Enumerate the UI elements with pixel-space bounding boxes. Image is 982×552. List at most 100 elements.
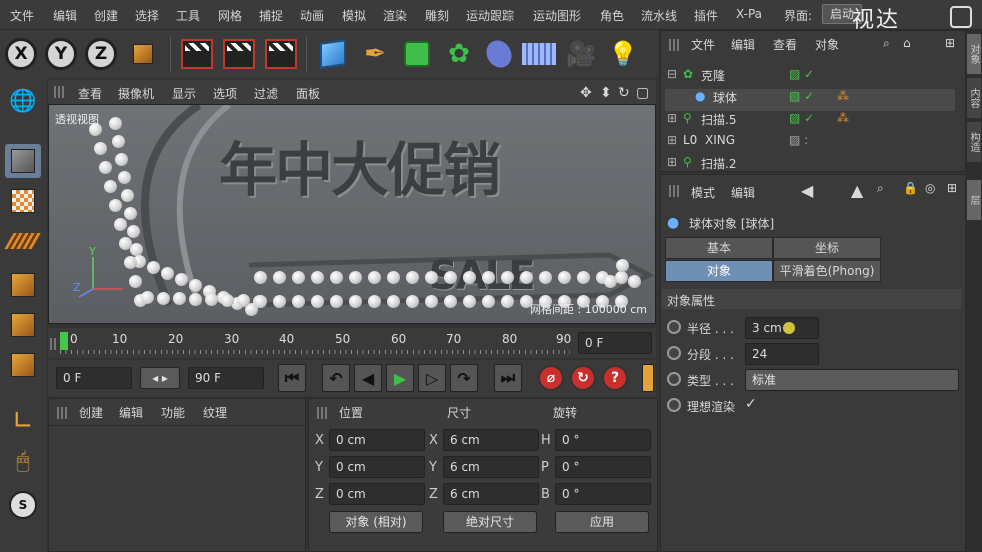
add-cube-button[interactable] <box>314 34 352 74</box>
object-row-sweep5[interactable]: ⊞ ⚲ 扫描.5 ▨ ✓ ⁂ <box>665 111 955 133</box>
pos-x-field[interactable]: 0 cm <box>329 429 425 451</box>
previous-frame-button[interactable]: ◀ <box>354 364 382 392</box>
start-frame-field[interactable]: 0 F <box>56 367 132 389</box>
pen-tool-button[interactable]: ✒ <box>356 34 394 74</box>
pos-z-field[interactable]: 0 cm <box>329 483 425 505</box>
tweak-mode-button[interactable]: 🖱 <box>5 444 41 478</box>
size-mode-dropdown[interactable]: 绝对尺寸 <box>443 511 537 533</box>
keyframe-selection-button[interactable]: ? <box>602 365 628 391</box>
attr-edit-menu[interactable]: 编辑 <box>731 184 755 201</box>
auto-key-button[interactable]: ↻ <box>570 365 596 391</box>
viewport-view-menu[interactable]: 查看 <box>78 85 102 102</box>
viewport-options-menu[interactable]: 选项 <box>213 85 237 102</box>
tab-objects[interactable]: 对象 <box>967 34 981 74</box>
menu-snap[interactable]: 捕捉 <box>259 7 283 24</box>
lock-y-button[interactable]: Y <box>42 34 80 74</box>
coordinate-system-button[interactable] <box>124 34 162 74</box>
animate-radio-icon[interactable] <box>667 320 681 334</box>
tag-icon[interactable]: ⁂ <box>837 111 849 125</box>
lock-x-button[interactable]: X <box>2 34 40 74</box>
segments-field[interactable]: 24 <box>745 343 819 365</box>
rot-b-field[interactable]: 0 ° <box>555 483 651 505</box>
up-arrow-icon[interactable]: ▲ <box>851 181 863 200</box>
points-mode-button[interactable] <box>5 268 41 302</box>
menu-select[interactable]: 选择 <box>135 7 159 24</box>
menu-animate[interactable]: 动画 <box>300 7 324 24</box>
object-row-xing[interactable]: ⊞ L0 XING ▨ : <box>665 133 955 155</box>
current-frame-field[interactable]: 0 F <box>578 332 652 354</box>
object-row-sweep2[interactable]: ⊞ ⚲ 扫描.2 <box>665 155 955 171</box>
render-settings-button[interactable] <box>262 34 300 74</box>
object-row-sphere[interactable]: ● 球体 ▨ ✓ ⁂ <box>665 89 955 111</box>
tab-layers[interactable]: 层 <box>967 180 981 220</box>
slider-knob[interactable] <box>783 322 795 334</box>
rotate-view-icon[interactable]: ↻ <box>618 85 630 101</box>
tab-coord[interactable]: 坐标 <box>773 237 881 259</box>
menu-mograph[interactable]: 运动图形 <box>533 7 581 24</box>
more-options-button[interactable] <box>642 364 654 392</box>
home-icon[interactable]: ⌂ <box>903 36 911 50</box>
animate-radio-icon[interactable] <box>667 346 681 360</box>
size-x-field[interactable]: 6 cm <box>443 429 539 451</box>
tag-icon[interactable]: ⁂ <box>837 89 849 103</box>
attr-mode-menu[interactable]: 模式 <box>691 184 715 201</box>
pos-y-field[interactable]: 0 cm <box>329 456 425 478</box>
edges-mode-button[interactable] <box>5 308 41 342</box>
om-object-menu[interactable]: 对象 <box>815 36 839 53</box>
rot-h-field[interactable]: 0 ° <box>555 429 651 451</box>
tab-content[interactable]: 内容 <box>967 78 981 118</box>
material-edit-menu[interactable]: 编辑 <box>119 404 143 421</box>
viewport-panel-menu[interactable]: 面板 <box>296 85 320 102</box>
axis-mode-button[interactable]: ∟ <box>5 404 41 438</box>
size-z-field[interactable]: 6 cm <box>443 483 539 505</box>
menu-motion-tracking[interactable]: 运动跟踪 <box>466 7 514 24</box>
material-function-menu[interactable]: 功能 <box>161 404 185 421</box>
coordinate-mode-dropdown[interactable]: 对象 (相对) <box>329 511 423 533</box>
lock-z-button[interactable]: Z <box>82 34 120 74</box>
apply-button[interactable]: 应用 <box>555 511 649 533</box>
material-texture-menu[interactable]: 纹理 <box>203 404 227 421</box>
expand-icon[interactable]: ⊞ <box>667 155 677 169</box>
menu-pipeline[interactable]: 流水线 <box>641 7 677 24</box>
visibility-icon[interactable]: ▨ : <box>789 133 808 147</box>
zoom-view-icon[interactable]: ⬍ <box>600 85 612 101</box>
target-icon[interactable]: ◎ <box>925 181 935 195</box>
range-slider-button[interactable]: ◂ ▸ <box>140 367 180 389</box>
menu-sculpt[interactable]: 雕刻 <box>425 7 449 24</box>
deformer-button[interactable] <box>480 34 518 74</box>
go-to-start-button[interactable]: ⏮ <box>278 364 306 392</box>
menu-create[interactable]: 创建 <box>94 7 118 24</box>
move-view-icon[interactable]: ✥ <box>580 85 592 101</box>
floor-button[interactable] <box>520 34 558 74</box>
viewport-filter-menu[interactable]: 过滤 <box>254 85 278 102</box>
menu-render[interactable]: 渲染 <box>383 7 407 24</box>
menu-mesh[interactable]: 网格 <box>218 7 242 24</box>
texture-mode-button[interactable] <box>5 184 41 218</box>
playhead-marker[interactable] <box>60 332 68 350</box>
radius-field[interactable]: 3 cm <box>745 317 819 339</box>
menu-plugins[interactable]: 插件 <box>694 7 718 24</box>
menu-character[interactable]: 角色 <box>600 7 624 24</box>
next-frame-button[interactable]: ▷ <box>418 364 446 392</box>
new-window-icon[interactable]: ⊞ <box>947 181 957 195</box>
model-mode-button[interactable] <box>5 144 41 178</box>
menu-tools[interactable]: 工具 <box>176 7 200 24</box>
render-perfect-checkbox[interactable]: ✓ <box>745 396 757 412</box>
om-file-menu[interactable]: 文件 <box>691 36 715 53</box>
new-window-icon[interactable]: ⊞ <box>945 36 955 50</box>
play-button[interactable]: ▶ <box>386 364 414 392</box>
type-dropdown[interactable]: 标准 <box>745 369 959 391</box>
go-to-end-button[interactable]: ⏭ <box>494 364 522 392</box>
om-view-menu[interactable]: 查看 <box>773 36 797 53</box>
search-icon[interactable]: ⌕ <box>877 181 884 196</box>
subdivision-button[interactable] <box>398 34 436 74</box>
tab-structure[interactable]: 构造 <box>967 122 981 162</box>
visibility-check-icon[interactable]: ▨ ✓ <box>789 111 814 125</box>
perspective-viewport[interactable]: 年中大促销 SALE 透视视图 网格间距 : 100000 cm Y Z <box>48 104 656 324</box>
tab-phong[interactable]: 平滑着色(Phong) <box>773 260 881 282</box>
tab-object[interactable]: 对象 <box>665 260 773 282</box>
lock-icon[interactable]: 🔒 <box>903 181 918 195</box>
animate-radio-icon[interactable] <box>667 398 681 412</box>
render-view-button[interactable] <box>178 34 216 74</box>
polygons-mode-button[interactable] <box>5 348 41 382</box>
